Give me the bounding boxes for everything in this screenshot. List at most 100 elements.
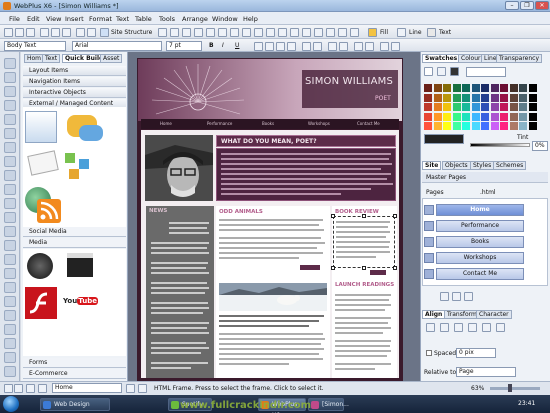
colour-swatch[interactable] [528,112,537,121]
pencil-tool-icon[interactable] [4,170,16,181]
colour-swatch[interactable] [471,84,480,92]
close-button[interactable]: ✕ [535,1,549,10]
menu-edit[interactable]: Edit [27,15,40,23]
flash-tool-icon[interactable] [4,296,16,307]
crop-icon[interactable] [350,28,359,37]
colour-swatch[interactable] [500,93,508,102]
sitemap-node-icon[interactable] [79,159,89,169]
tab-transparency[interactable]: Transparency [496,54,543,63]
menu-view[interactable]: View [46,15,61,23]
page-icon[interactable] [424,269,434,279]
pages-html-button[interactable]: .html [480,189,496,196]
chat-bubble-icon[interactable] [79,125,103,141]
preview-icon[interactable] [158,28,167,37]
resize-handle[interactable] [362,266,366,270]
spaced-value[interactable]: 0 pix [456,348,496,358]
group-icon[interactable] [290,28,299,37]
hyperlink-tool-icon[interactable] [4,226,16,237]
recent-colours[interactable] [424,134,464,144]
polar-bear-image[interactable] [219,283,327,311]
fill-icon[interactable] [368,28,377,37]
colour-swatch[interactable] [462,122,470,130]
tab-swatches[interactable]: Swatches [422,54,461,63]
align-center-icon[interactable] [265,42,274,51]
line-button[interactable]: Line [409,29,422,36]
zoom-slider[interactable] [490,387,540,390]
hotspot-tool-icon[interactable] [4,240,16,251]
tab-schemes[interactable]: Schemes [493,161,527,170]
task-web-design-survey[interactable]: Web Design survey [40,398,110,413]
indent-icon[interactable] [328,42,337,51]
colour-swatch[interactable] [462,93,470,102]
tab-styles[interactable]: Styles [470,161,495,170]
relative-to-dropdown[interactable]: Page [456,367,516,377]
colour-swatch[interactable] [424,93,432,102]
section-media[interactable]: Media [23,238,126,248]
zoom-icon[interactable] [182,28,191,37]
pen-tool-icon[interactable] [4,184,16,195]
colour-swatch[interactable] [509,93,518,102]
tab-site[interactable]: Site [422,161,442,170]
colour-swatch[interactable] [519,93,527,102]
page-icon[interactable] [424,205,434,215]
nav-home[interactable]: Home [160,121,172,126]
publish-icon[interactable] [170,28,179,37]
layer-icon[interactable] [278,28,287,37]
shape-tool-icon[interactable] [4,198,16,209]
new-icon[interactable] [4,28,13,37]
lightbox-thumbnail[interactable] [25,111,57,143]
master-page-icon[interactable] [38,384,47,393]
frame-text-tool-icon[interactable] [4,128,16,139]
colour-swatch[interactable] [462,103,470,111]
colour-swatch[interactable] [443,103,451,111]
system-clock[interactable]: 23:41 [518,400,535,407]
media-tool-icon[interactable] [4,254,16,265]
gallery-tool-icon[interactable] [4,338,16,349]
colour-swatch[interactable] [424,122,432,130]
page-performance[interactable]: Performance [436,220,524,232]
colour-swatch[interactable] [452,112,461,121]
colour-swatch[interactable] [471,103,480,111]
grid-icon[interactable] [194,28,203,37]
page-icon[interactable] [424,237,434,247]
style-dropdown[interactable]: Body Text [4,41,66,51]
intro-text-frame[interactable] [216,148,396,201]
text-swatch-icon[interactable] [450,67,459,76]
speaker-icon[interactable] [27,253,53,279]
site-structure-icon[interactable] [100,28,109,37]
nav-workshops[interactable]: Workshops [308,121,330,126]
social-tool-icon[interactable] [4,352,16,363]
colour-swatch[interactable] [490,84,499,92]
align-left-edge-icon[interactable] [426,323,435,332]
colour-swatch[interactable] [433,84,442,92]
news-title[interactable]: NEWS [149,208,167,214]
numbering-icon[interactable] [313,42,322,51]
colour-swatch[interactable] [471,112,480,121]
colour-swatch[interactable] [443,122,451,130]
page-home[interactable]: Home [436,204,524,216]
frame-icon[interactable] [266,28,275,37]
category-interactive-objects[interactable]: Interactive Objects [23,88,126,98]
redo-icon[interactable] [87,28,96,37]
colour-swatch[interactable] [481,84,489,92]
colour-swatch[interactable] [528,93,537,102]
align-h-center-icon[interactable] [440,323,449,332]
colour-swatch[interactable] [471,93,480,102]
colour-swatch[interactable] [519,112,527,121]
page-icon[interactable] [424,221,434,231]
colour-swatch[interactable] [490,93,499,102]
tab-character[interactable]: Character [476,310,512,319]
colour-swatch[interactable] [490,112,499,121]
align-left-icon[interactable] [254,42,263,51]
colour-swatch[interactable] [452,93,461,102]
colour-swatch[interactable] [481,103,489,111]
section-forms[interactable]: Forms [23,358,126,368]
pan-tool-icon[interactable] [4,100,16,111]
nav-contact[interactable]: Contact Me [357,121,380,126]
ecommerce-tool-icon[interactable] [4,324,16,335]
bullets-icon[interactable] [302,42,311,51]
colour-swatch[interactable] [424,103,432,111]
zoom-slider-thumb[interactable] [508,384,512,392]
author-photo[interactable] [145,135,213,201]
colour-swatch[interactable] [443,112,451,121]
